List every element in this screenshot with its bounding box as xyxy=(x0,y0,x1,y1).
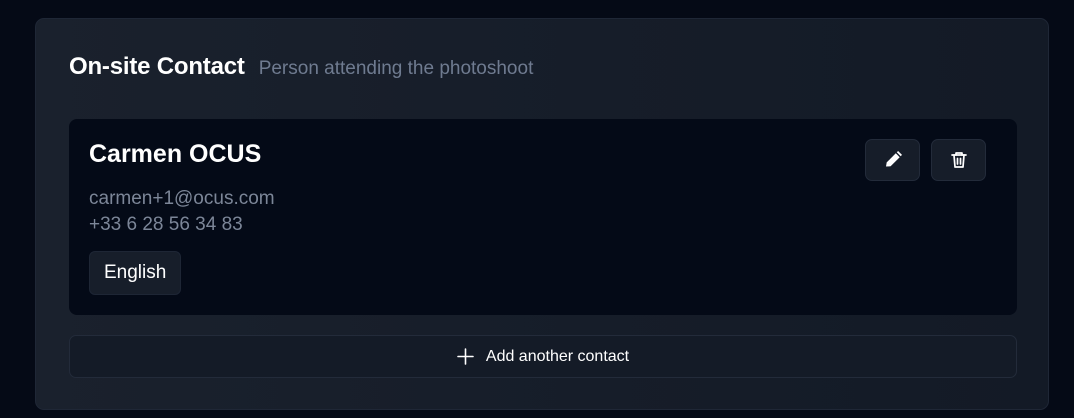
trash-icon xyxy=(950,152,967,168)
delete-contact-button[interactable] xyxy=(931,139,986,181)
contact-card: Carmen OCUS carmen+1@ocus.com +33 6 28 5… xyxy=(69,119,1017,315)
contact-name: Carmen OCUS xyxy=(89,140,262,168)
on-site-contact-panel: On-site Contact Person attending the pho… xyxy=(35,18,1049,410)
add-another-contact-button[interactable]: Add another contact xyxy=(69,335,1017,378)
edit-contact-button[interactable] xyxy=(865,139,920,181)
add-another-contact-label: Add another contact xyxy=(485,347,630,365)
section-title: On-site Contact xyxy=(69,53,245,80)
section-subtitle: Person attending the photoshoot xyxy=(258,58,534,79)
pencil-icon xyxy=(885,151,902,167)
section-header: On-site Contact Person attending the pho… xyxy=(69,53,533,81)
contact-email: carmen+1@ocus.com xyxy=(89,188,275,209)
language-badge: English xyxy=(89,251,182,295)
plus-icon xyxy=(457,348,474,365)
contact-phone: +33 6 28 56 34 83 xyxy=(89,214,243,235)
